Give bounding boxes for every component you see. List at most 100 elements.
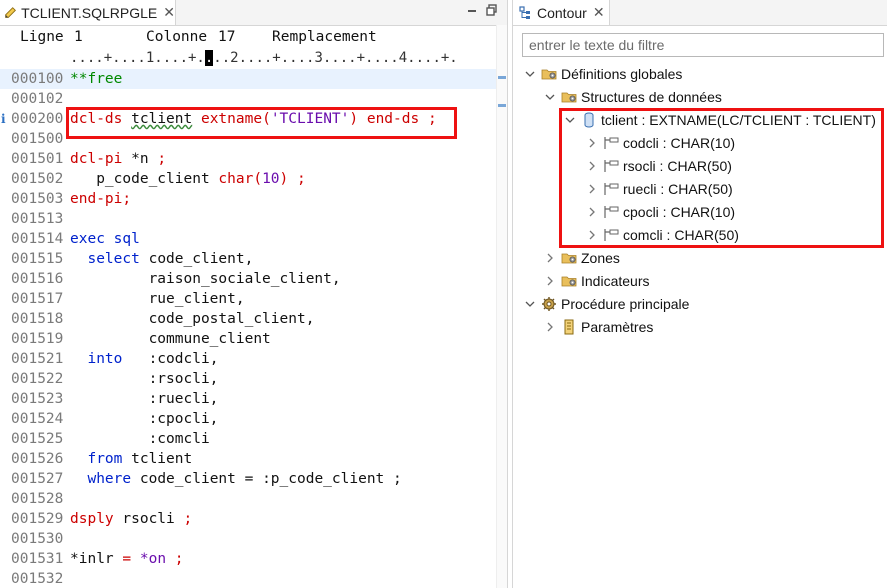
code-text: :rsocli, (70, 371, 219, 387)
code-text: dsply rsocli ; (70, 511, 193, 527)
ruler-left: ....+....1....+. (70, 50, 205, 66)
line-label: Ligne (20, 29, 64, 45)
code-line[interactable]: 001517 rue_client, (0, 289, 496, 309)
edit-mode: Remplacement (272, 29, 377, 45)
code-line[interactable]: 000102 (0, 89, 496, 109)
line-number: 001527 (11, 471, 64, 487)
parameter-icon (561, 319, 577, 335)
code-line[interactable]: 001503 end-pi; (0, 189, 496, 209)
line-number: 001502 (11, 171, 64, 187)
code-line[interactable]: 001514 exec sql (0, 229, 496, 249)
code-line[interactable]: 001528 (0, 489, 496, 509)
code-text: :cpocli, (70, 411, 219, 427)
code-text: end-pi; (70, 191, 132, 207)
minimize-icon[interactable] (466, 4, 478, 16)
code-line[interactable]: 001532 (0, 569, 496, 588)
code-line[interactable]: 001518 code_postal_client, (0, 309, 496, 329)
code-line[interactable]: 001516 raison_sociale_client, (0, 269, 496, 289)
code-line[interactable]: 001515 select code_client, (0, 249, 496, 269)
code-line[interactable]: 001501 dcl-pi *n ; (0, 149, 496, 169)
code-line[interactable]: 001519 commune_client (0, 329, 496, 349)
overview-marker[interactable] (498, 76, 506, 79)
line-number: 001531 (11, 551, 64, 567)
overview-marker[interactable] (498, 104, 506, 107)
line-number: 001532 (11, 571, 64, 587)
code-text: rue_client, (70, 291, 245, 307)
folder-gear-icon (561, 273, 577, 289)
line-number: 001530 (11, 531, 64, 547)
code-text: code_postal_client, (70, 311, 315, 327)
outline-tab-label: Contour (537, 4, 587, 21)
line-number: 001514 (11, 231, 64, 247)
code-line[interactable]: 001523 :ruecli, (0, 389, 496, 409)
code-line[interactable]: 001529 dsply rsocli ; (0, 509, 496, 529)
info-annotation-icon[interactable]: i (1, 112, 6, 126)
line-number: 000100 (11, 71, 64, 87)
code-text: *inlr = *on ; (70, 551, 184, 567)
tree-node-label: Structures de données (581, 89, 722, 105)
code-line[interactable]: 001525 :comcli (0, 429, 496, 449)
code-line[interactable]: 001521 into :codcli, (0, 349, 496, 369)
line-number: 001501 (11, 151, 64, 167)
tree-node-zones[interactable]: Zones (543, 247, 620, 269)
line-value: 1 (74, 29, 83, 45)
editor-scrollbar[interactable] (496, 25, 507, 588)
line-number: 001523 (11, 391, 64, 407)
code-text: raison_sociale_client, (70, 271, 341, 287)
folder-gear-icon (541, 66, 557, 82)
line-number: 001500 (11, 131, 64, 147)
column-label: Colonne (146, 29, 208, 45)
code-line[interactable]: 001527 where code_client = :p_code_clien… (0, 469, 496, 489)
close-outline-tab-icon[interactable]: ✕ (593, 4, 605, 21)
line-number: 001517 (11, 291, 64, 307)
editor-tab-bar: TCLIENT.SQLRPGLE ✕ (0, 0, 507, 26)
line-number: 001503 (11, 191, 64, 207)
tree-node-indicators[interactable]: Indicateurs (543, 270, 649, 292)
chevron-down-icon[interactable] (543, 90, 557, 104)
code-line[interactable]: 001502 p_code_client char(10) ; (0, 169, 496, 189)
tree-node-main-procedure[interactable]: Procédure principale (523, 293, 689, 315)
folder-gear-icon (561, 250, 577, 266)
tree-node-label: Zones (581, 250, 620, 266)
code-text: exec sql (70, 231, 140, 247)
code-text: commune_client (70, 331, 271, 347)
chevron-right-icon[interactable] (543, 251, 557, 265)
maximize-icon[interactable] (486, 4, 498, 16)
code-text: select code_client, (87, 251, 254, 267)
outline-tab[interactable]: Contour ✕ (513, 0, 610, 25)
code-text: p_code_client char(10) ; (70, 171, 306, 187)
tree-node-parameters[interactable]: Paramètres (543, 316, 653, 338)
chevron-down-icon[interactable] (523, 297, 537, 311)
chevron-right-icon[interactable] (543, 274, 557, 288)
line-number: 001521 (11, 351, 64, 367)
code-line[interactable]: 001513 (0, 209, 496, 229)
code-line[interactable]: 001530 (0, 529, 496, 549)
highlight-box-tclient (559, 108, 884, 248)
line-number: 001524 (11, 411, 64, 427)
outline-filter-input[interactable] (522, 33, 884, 57)
folder-gear-icon (561, 89, 577, 105)
close-tab-icon[interactable]: ✕ (163, 4, 175, 21)
tree-node-label: Indicateurs (581, 273, 650, 289)
chevron-down-icon[interactable] (523, 67, 537, 81)
editor-tab[interactable]: TCLIENT.SQLRPGLE ✕ (0, 0, 176, 25)
line-number: 001526 (11, 451, 64, 467)
editor-tab-label: TCLIENT.SQLRPGLE (21, 4, 158, 21)
code-line[interactable]: 001524 :cpocli, (0, 409, 496, 429)
tree-node-data-structures[interactable]: Structures de données (543, 86, 722, 108)
highlight-box-dcl-ds (66, 107, 457, 139)
gear-icon (541, 296, 557, 312)
code-text: into :codcli, (87, 351, 219, 367)
code-line[interactable]: 001531 *inlr = *on ; (0, 549, 496, 569)
code-line[interactable]: 001526 from tclient (0, 449, 496, 469)
chevron-right-icon[interactable] (543, 320, 557, 334)
code-text: **free (70, 71, 123, 87)
tree-node-label: Paramètres (581, 319, 654, 335)
line-number: 001529 (11, 511, 64, 527)
code-line[interactable]: 001522 :rsocli, (0, 369, 496, 389)
outline-tab-bar: Contour ✕ (513, 0, 887, 26)
tree-node-global-definitions[interactable]: Définitions globales (523, 63, 682, 85)
tree-node-label: Définitions globales (561, 66, 683, 82)
code-line[interactable]: 000100 **free (0, 69, 496, 89)
code-text: dcl-pi *n ; (70, 151, 167, 167)
